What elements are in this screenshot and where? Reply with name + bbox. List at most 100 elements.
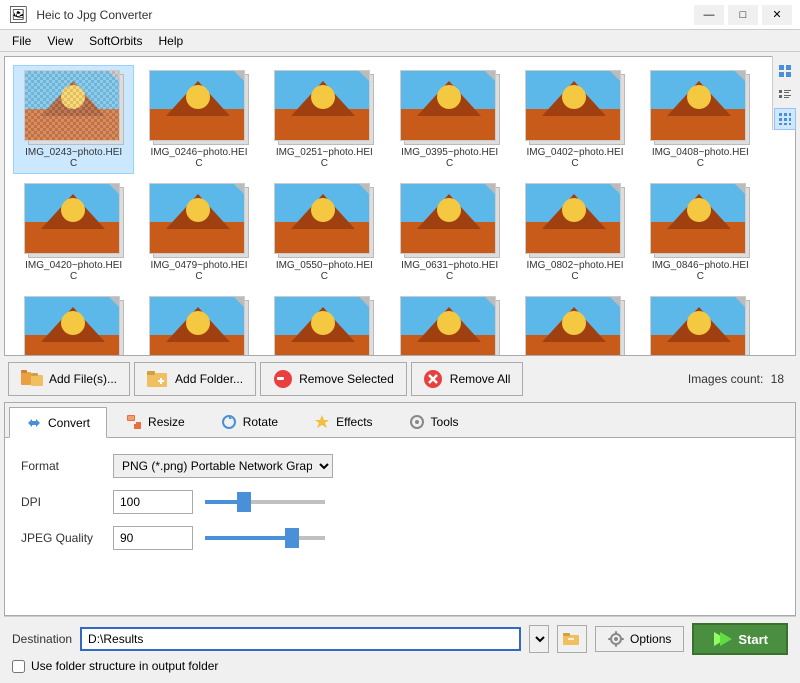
file-name-label: IMG_0243~photo.HEIC	[24, 147, 124, 169]
list-item[interactable]: IMG_1001~photo.HEIC	[389, 291, 510, 356]
menu-bar: File View SoftOrbits Help	[0, 30, 800, 52]
minimize-button[interactable]: —	[694, 5, 724, 25]
add-folder-icon	[147, 370, 169, 388]
remove-all-button[interactable]: Remove All	[411, 362, 524, 396]
file-name-label: IMG_0802~photo.HEIC	[525, 260, 625, 282]
title-bar: 🖼 Heic to Jpg Converter — □ ✕	[0, 0, 800, 30]
list-item[interactable]: IMG_1055~photo.HEIC	[514, 291, 635, 356]
file-name-label: IMG_0420~photo.HEIC	[24, 260, 124, 282]
jpeg-quality-slider-container	[205, 536, 779, 540]
add-folder-button[interactable]: Add Folder...	[134, 362, 256, 396]
list-item[interactable]: IMG_0802~photo.HEIC	[514, 178, 635, 287]
tabs-bar: Convert Resize Rotate	[5, 403, 795, 438]
jpeg-quality-row: JPEG Quality	[21, 526, 779, 550]
menu-help[interactable]: Help	[151, 32, 192, 50]
tab-convert[interactable]: Convert	[9, 407, 107, 438]
tab-effects[interactable]: Effects	[297, 407, 389, 437]
browse-button[interactable]	[557, 625, 587, 653]
jpeg-quality-slider[interactable]	[205, 536, 325, 540]
remove-selected-icon	[273, 370, 293, 388]
file-name-label: IMG_0846~photo.HEIC	[650, 260, 750, 282]
view-grid-icon[interactable]	[774, 108, 796, 130]
list-item[interactable]: IMG_0246~photo.HEIC	[138, 65, 259, 174]
folder-structure-row: Use folder structure in output folder	[12, 659, 788, 673]
window-controls: — □ ✕	[694, 5, 792, 25]
format-label: Format	[21, 459, 101, 473]
list-item[interactable]: IMG_0479~photo.HEIC	[138, 178, 259, 287]
folder-structure-checkbox[interactable]	[12, 660, 25, 673]
file-name-label: IMG_0550~photo.HEIC	[274, 260, 374, 282]
options-button[interactable]: Options	[595, 626, 684, 652]
format-select[interactable]: PNG (*.png) Portable Network GraphicsJPE…	[113, 454, 333, 478]
start-icon	[712, 631, 732, 647]
remove-all-icon	[424, 370, 444, 388]
file-name-label: IMG_0251~photo.HEIC	[274, 147, 374, 169]
file-grid-scroll[interactable]: IMG_0243~photo.HEIC IMG_0246~photo.HEIC IM…	[4, 56, 796, 356]
convert-icon	[26, 415, 42, 431]
list-item[interactable]: IMG_0631~photo.HEIC	[389, 178, 510, 287]
close-button[interactable]: ✕	[762, 5, 792, 25]
destination-dropdown[interactable]	[529, 625, 549, 653]
dpi-input[interactable]	[113, 490, 193, 514]
view-list-icon[interactable]	[774, 84, 796, 106]
maximize-button[interactable]: □	[728, 5, 758, 25]
start-button[interactable]: Start	[692, 623, 788, 655]
window-title: Heic to Jpg Converter	[36, 8, 686, 22]
menu-view[interactable]: View	[39, 32, 81, 50]
list-item[interactable]: IMG_0243~photo.HEIC	[13, 65, 134, 174]
destination-label: Destination	[12, 632, 72, 646]
app-icon: 🖼	[8, 5, 28, 25]
tab-tools[interactable]: Tools	[392, 407, 476, 437]
folder-structure-label: Use folder structure in output folder	[31, 659, 218, 673]
jpeg-quality-input[interactable]	[113, 526, 193, 550]
file-name-label: IMG_0395~photo.HEIC	[400, 147, 500, 169]
format-row: Format PNG (*.png) Portable Network Grap…	[21, 454, 779, 478]
view-icon-bar	[772, 56, 796, 130]
list-item[interactable]: IMG_0420~photo.HEIC	[13, 178, 134, 287]
main-container: IMG_0243~photo.HEIC IMG_0246~photo.HEIC IM…	[0, 52, 800, 683]
dpi-row: DPI	[21, 490, 779, 514]
list-item[interactable]: IMG_0933~photo.HEIC	[264, 291, 385, 356]
list-item[interactable]: IMG_0402~photo.HEIC	[514, 65, 635, 174]
dpi-label: DPI	[21, 495, 101, 509]
rotate-icon	[221, 414, 237, 430]
remove-selected-button[interactable]: Remove Selected	[260, 362, 407, 396]
add-files-button[interactable]: Add File(s)...	[8, 362, 130, 396]
effects-icon	[314, 414, 330, 430]
browse-icon	[563, 632, 581, 646]
file-name-label: IMG_0479~photo.HEIC	[149, 260, 249, 282]
images-count: Images count: 18	[688, 372, 792, 386]
file-name-label: IMG_0246~photo.HEIC	[149, 147, 249, 169]
list-item[interactable]: IMG_0900~photo.HEIC	[13, 291, 134, 356]
view-large-icon[interactable]	[774, 60, 796, 82]
file-name-label: IMG_0631~photo.HEIC	[400, 260, 500, 282]
add-files-icon	[21, 370, 43, 388]
tab-content-convert: Format PNG (*.png) Portable Network Grap…	[5, 438, 795, 615]
list-item[interactable]: IMG_0912~photo.HEIC	[138, 291, 259, 356]
menu-softorbits[interactable]: SoftOrbits	[81, 32, 150, 50]
list-item[interactable]: IMG_0251~photo.HEIC	[264, 65, 385, 174]
file-grid: IMG_0243~photo.HEIC IMG_0246~photo.HEIC IM…	[5, 57, 769, 356]
dpi-slider[interactable]	[205, 500, 325, 504]
jpeg-quality-label: JPEG Quality	[21, 531, 101, 545]
file-name-label: IMG_0408~photo.HEIC	[650, 147, 750, 169]
list-item[interactable]: IMG_0395~photo.HEIC	[389, 65, 510, 174]
list-item[interactable]: IMG_0408~photo.HEIC	[640, 65, 761, 174]
list-item[interactable]: IMG_1099~photo.HEIC	[640, 291, 761, 356]
destination-input[interactable]	[80, 627, 521, 651]
tab-resize[interactable]: Resize	[109, 407, 202, 437]
destination-row: Destination	[12, 623, 788, 655]
resize-icon	[126, 414, 142, 430]
menu-file[interactable]: File	[4, 32, 39, 50]
file-grid-outer: IMG_0243~photo.HEIC IMG_0246~photo.HEIC IM…	[4, 56, 796, 356]
settings-panel: Convert Resize Rotate	[4, 402, 796, 616]
list-item[interactable]: IMG_0550~photo.HEIC	[264, 178, 385, 287]
list-item[interactable]: IMG_0846~photo.HEIC	[640, 178, 761, 287]
tools-icon	[409, 414, 425, 430]
options-gear-icon	[608, 631, 624, 647]
bottom-bar: Destination	[4, 616, 796, 679]
file-name-label: IMG_0402~photo.HEIC	[525, 147, 625, 169]
tab-rotate[interactable]: Rotate	[204, 407, 295, 437]
toolbar: Add File(s)... Add Folder... Remove Sele…	[4, 356, 796, 402]
dpi-slider-container	[205, 500, 779, 504]
